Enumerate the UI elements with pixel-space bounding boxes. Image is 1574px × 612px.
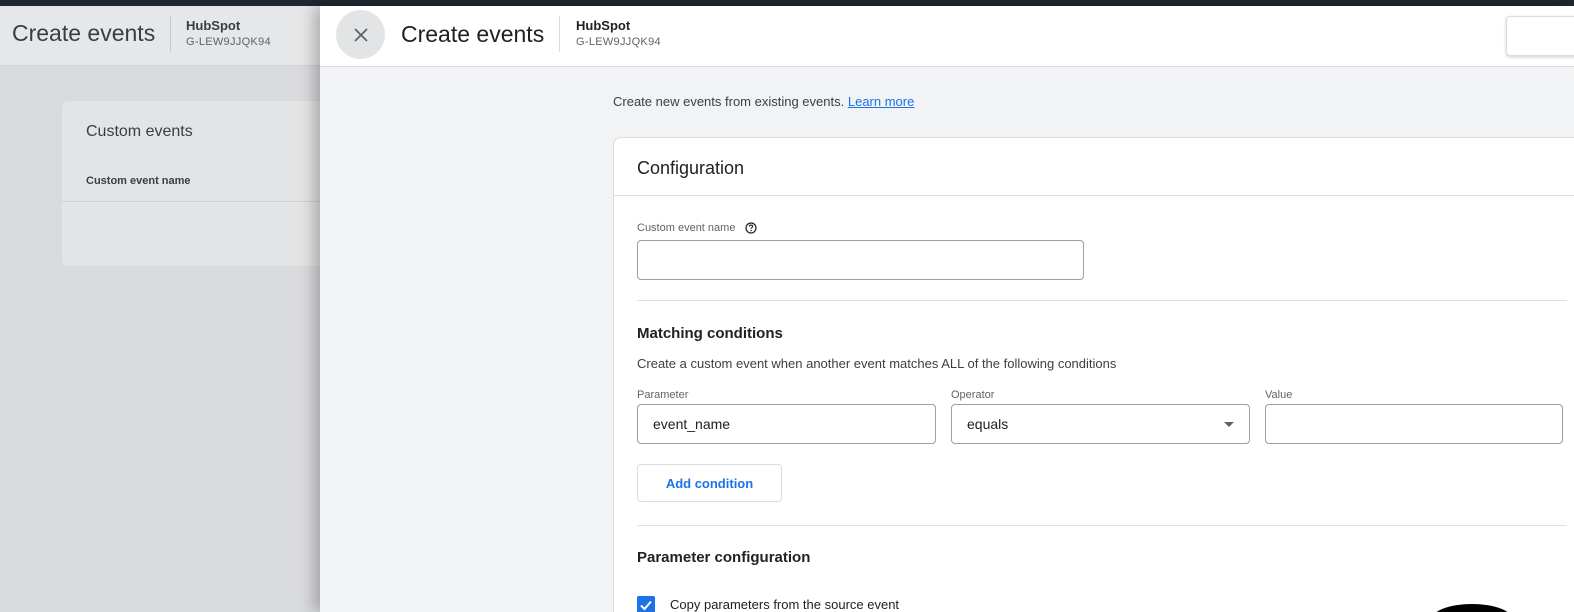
learn-more-link[interactable]: Learn more	[848, 94, 914, 109]
value-label: Value	[1265, 389, 1293, 401]
parameter-input[interactable]: event_name	[637, 404, 936, 444]
value-input[interactable]	[1265, 404, 1563, 444]
account-name: HubSpot	[186, 18, 241, 33]
custom-event-name-input[interactable]	[637, 240, 1084, 280]
account-name: HubSpot	[576, 18, 631, 33]
custom-events-card: Custom events Custom event name	[62, 101, 362, 266]
configuration-title: Configuration	[637, 158, 745, 178]
parameter-label: Parameter	[637, 389, 689, 401]
background-account: HubSpot G-LEW9JJQK94	[186, 18, 271, 48]
copy-parameters-label: Copy parameters from the source event	[670, 597, 900, 612]
custom-event-name-column: Custom event name	[86, 175, 191, 187]
background-title: Create events	[12, 20, 156, 46]
add-condition-button[interactable]: Add condition	[637, 464, 782, 502]
card-divider	[62, 201, 362, 202]
custom-event-name-label-text: Custom event name	[637, 222, 736, 234]
save-button[interactable]	[1506, 16, 1574, 56]
help-icon[interactable]	[744, 222, 757, 234]
configuration-card: Configuration Custom event name Matching…	[613, 137, 1574, 612]
configuration-divider	[614, 195, 1574, 196]
intro-text: Create new events from existing events. …	[613, 94, 914, 109]
section-divider	[637, 300, 1567, 301]
header-divider	[559, 16, 560, 52]
operator-select[interactable]: equals	[951, 404, 1250, 444]
custom-events-title: Custom events	[86, 123, 193, 140]
account-id: G-LEW9JJQK94	[576, 36, 661, 48]
close-button[interactable]	[336, 10, 385, 59]
panel-account: HubSpot G-LEW9JJQK94	[576, 18, 661, 48]
parameter-configuration-title: Parameter configuration	[637, 549, 811, 566]
create-events-panel: Create events HubSpot G-LEW9JJQK94 Creat…	[320, 6, 1574, 612]
account-id: G-LEW9JJQK94	[186, 36, 271, 48]
copy-parameters-checkbox[interactable]	[637, 596, 655, 612]
custom-event-name-label: Custom event name	[637, 222, 757, 234]
section-divider	[637, 525, 1567, 526]
matching-conditions-title: Matching conditions	[637, 325, 783, 342]
panel-header: Create events HubSpot G-LEW9JJQK94	[320, 6, 1574, 67]
operator-value: equals	[967, 416, 1009, 432]
operator-label: Operator	[951, 389, 995, 401]
matching-conditions-description: Create a custom event when another event…	[637, 356, 1117, 371]
chevron-down-icon	[1224, 422, 1234, 427]
intro-description: Create new events from existing events.	[613, 94, 845, 109]
check-icon	[640, 600, 652, 611]
close-icon	[353, 27, 368, 42]
header-divider	[170, 16, 171, 52]
panel-title: Create events	[401, 21, 545, 47]
